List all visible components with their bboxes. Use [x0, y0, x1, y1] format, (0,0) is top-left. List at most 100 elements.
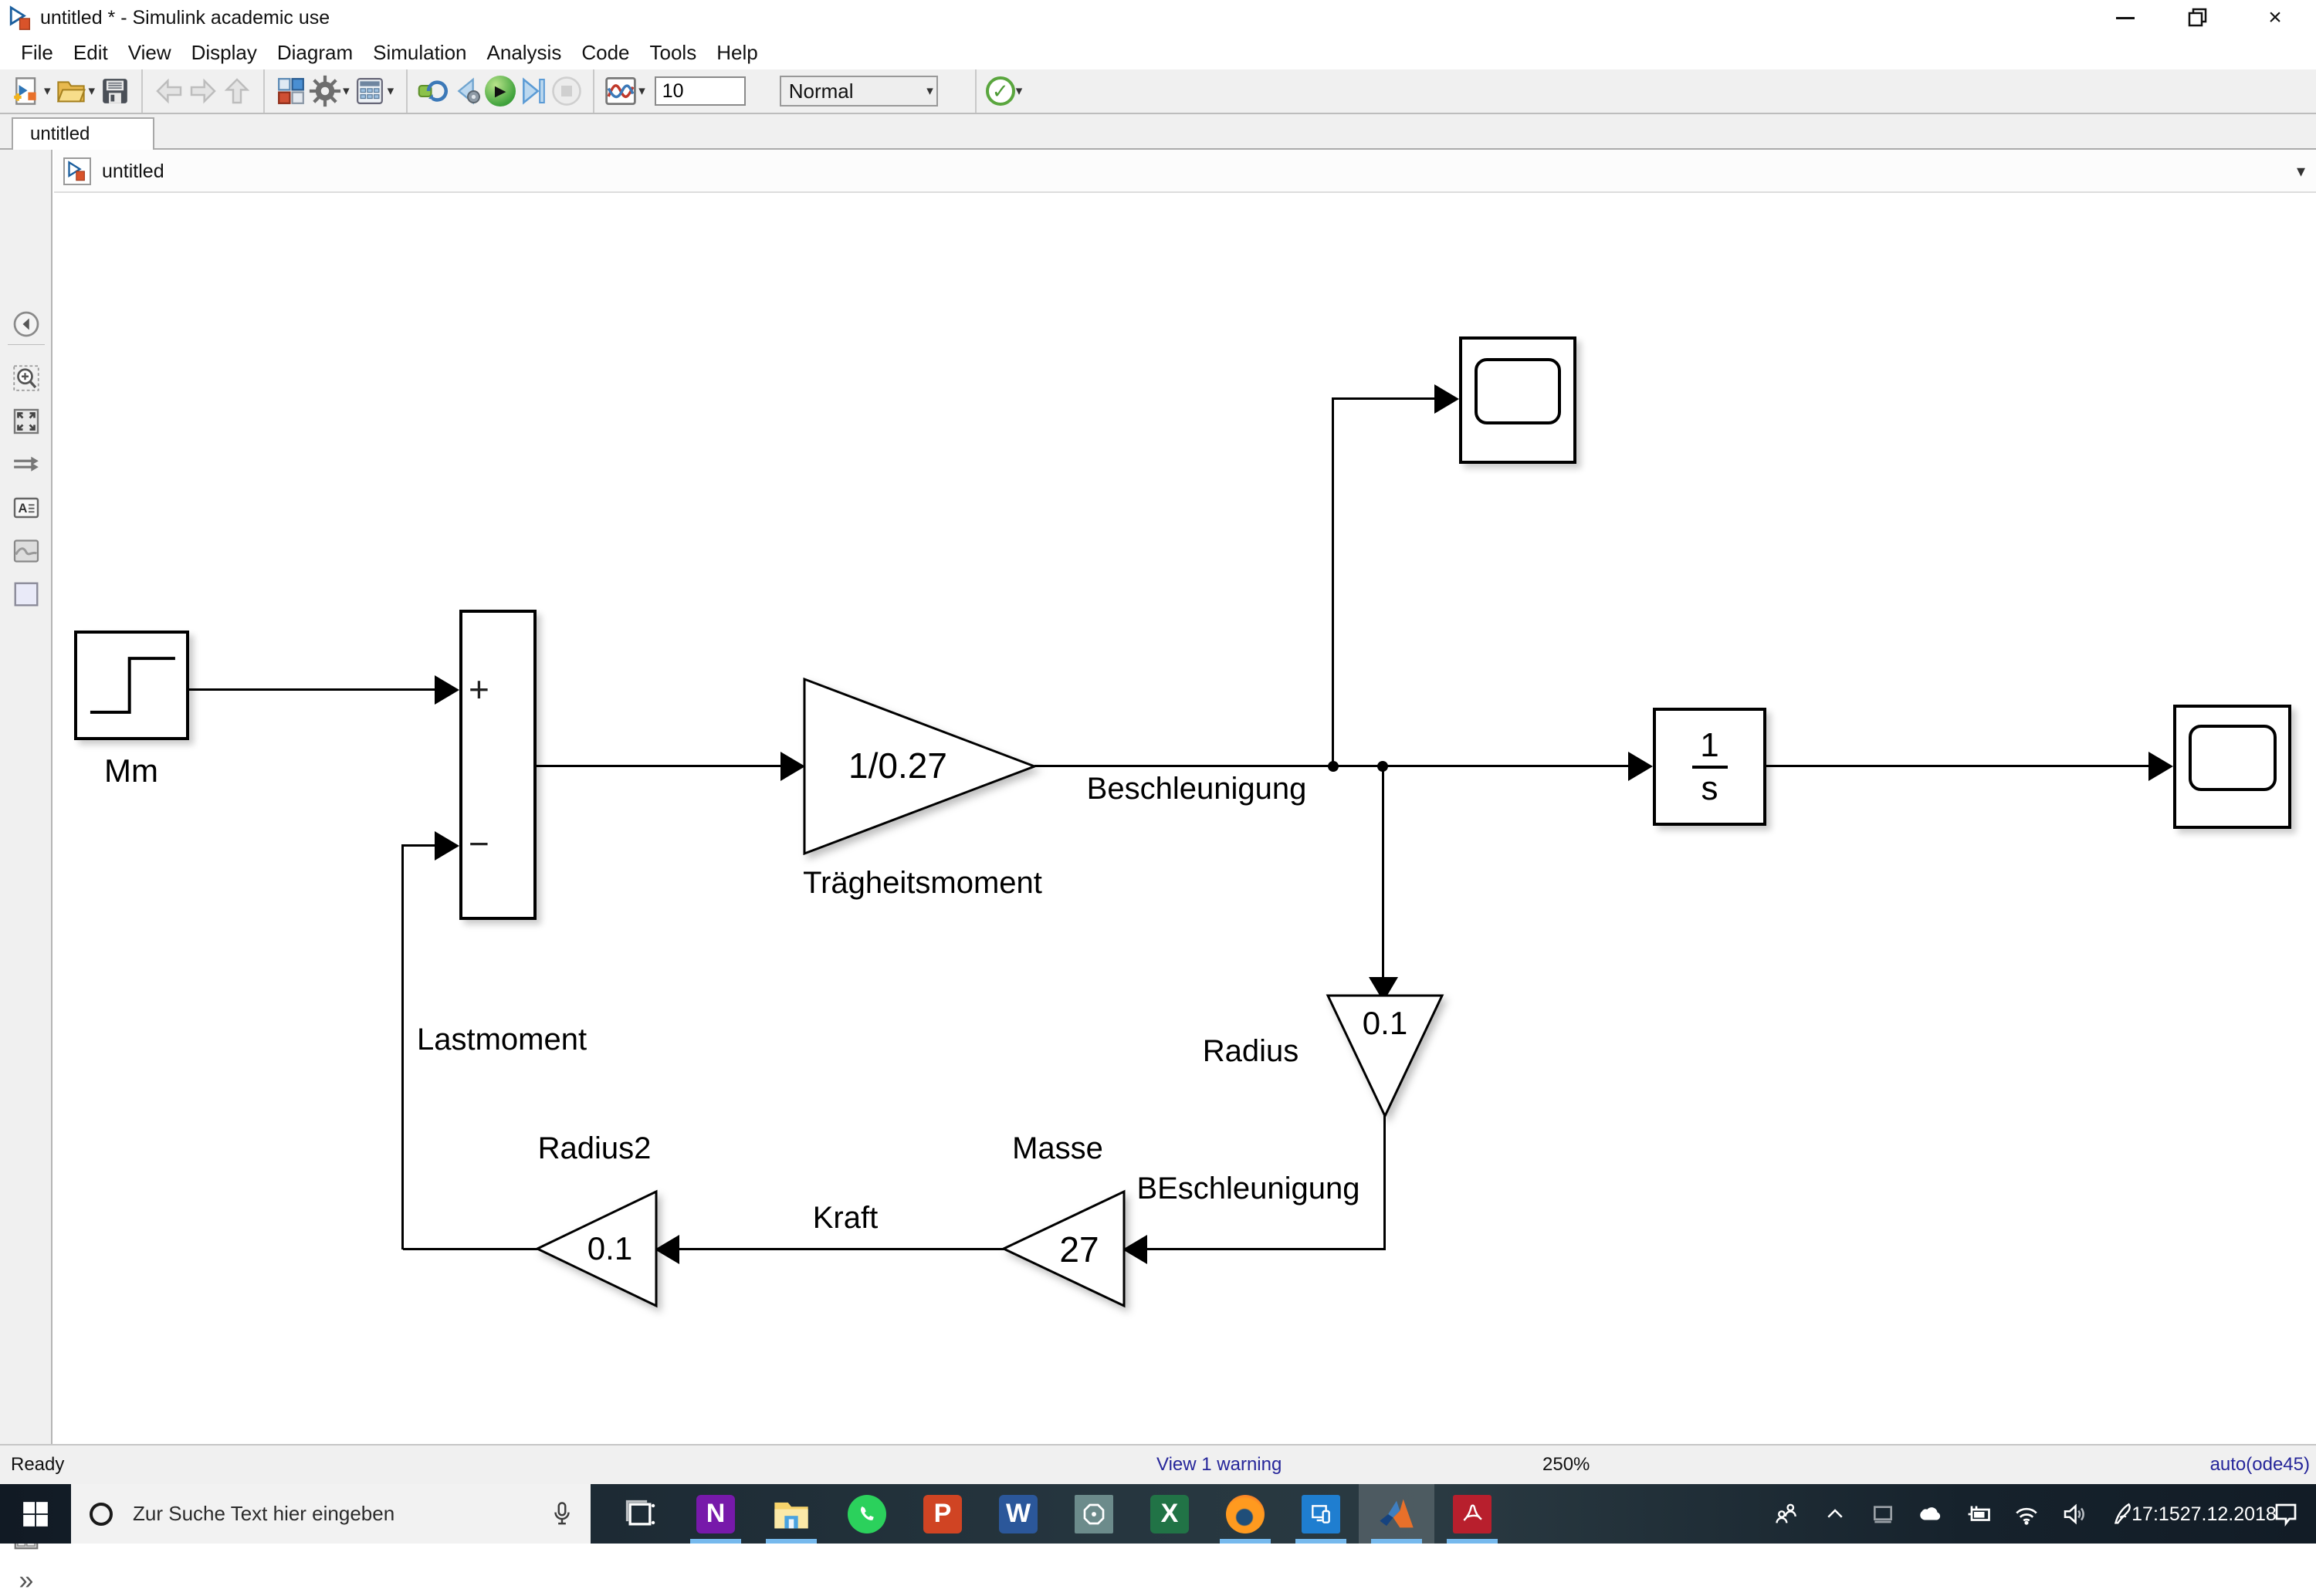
model-canvas[interactable]: [54, 193, 2316, 1444]
menu-diagram[interactable]: Diagram: [267, 36, 363, 69]
simulation-mode-dropdown-icon: ▾: [926, 83, 933, 98]
signal-routing-button[interactable]: [11, 449, 42, 480]
tab-strip: untitled: [0, 114, 2316, 150]
step-block-label[interactable]: Mm: [62, 752, 201, 790]
scope-block-1[interactable]: [1459, 336, 1576, 464]
signal-label-lastmoment[interactable]: Lastmoment: [417, 1023, 587, 1057]
menu-file[interactable]: File: [11, 36, 63, 69]
menu-tools[interactable]: Tools: [640, 36, 707, 69]
gain-mass-label[interactable]: Masse: [980, 1131, 1135, 1166]
menu-edit[interactable]: Edit: [63, 36, 118, 69]
taskbar-search-input[interactable]: Zur Suche Text hier eingeben: [71, 1484, 591, 1544]
taskbar-file-explorer[interactable]: [753, 1484, 829, 1544]
taskbar-whatsapp[interactable]: [829, 1484, 905, 1544]
new-model-dropdown-icon[interactable]: ▾: [44, 83, 51, 99]
taskbar-acrobat[interactable]: [1434, 1484, 1510, 1544]
taskbar-octagon-app[interactable]: [1056, 1484, 1132, 1544]
sum-minus-sign: −: [469, 823, 489, 864]
running-indicator: [1295, 1539, 1346, 1544]
save-button[interactable]: [98, 74, 132, 108]
people-button[interactable]: [1763, 1484, 1811, 1544]
gain-radius2-label[interactable]: Radius2: [510, 1131, 679, 1166]
taskbar-firefox[interactable]: [1207, 1484, 1283, 1544]
tab-untitled[interactable]: untitled: [12, 117, 154, 150]
breadcrumb-dropdown-icon[interactable]: ▾: [2297, 150, 2305, 193]
action-center-button[interactable]: [2262, 1484, 2310, 1544]
zoom-level[interactable]: 250%: [1542, 1446, 1590, 1484]
start-button[interactable]: [0, 1484, 71, 1544]
image-button[interactable]: [11, 536, 42, 566]
zoom-tool-button[interactable]: [11, 363, 42, 394]
signal-label-beschleunigung2[interactable]: BEschleunigung: [1117, 1172, 1380, 1206]
model-advisor-check-button[interactable]: ✓: [985, 76, 1015, 106]
sum-block[interactable]: [459, 610, 537, 920]
menu-view[interactable]: View: [118, 36, 181, 69]
step-forward-button[interactable]: [516, 74, 550, 108]
running-indicator: [1447, 1539, 1498, 1544]
battery-button[interactable]: [1955, 1484, 2003, 1544]
task-view-icon: [625, 1500, 655, 1525]
settings-dropdown-icon[interactable]: ▾: [343, 83, 350, 99]
signal-label-kraft[interactable]: Kraft: [772, 1201, 919, 1236]
wire-arrowhead: [2148, 752, 2173, 781]
task-view-button[interactable]: [602, 1484, 678, 1544]
integrator-block[interactable]: 1 s: [1653, 708, 1766, 826]
stop-time-input[interactable]: [654, 76, 746, 106]
update-diagram-button[interactable]: [417, 74, 451, 108]
simulation-data-inspector-button[interactable]: [604, 74, 638, 108]
scope-block-2[interactable]: [2173, 705, 2291, 829]
toolbar-separator: [593, 69, 595, 113]
fit-to-view-button[interactable]: [11, 406, 42, 437]
settings-gear-button[interactable]: [308, 74, 342, 108]
taskbar-powerpoint[interactable]: P: [905, 1484, 980, 1544]
volume-button[interactable]: [2050, 1484, 2098, 1544]
microphone-icon[interactable]: [550, 1501, 574, 1527]
onedrive-button[interactable]: [1907, 1484, 1955, 1544]
taskbar-word[interactable]: W: [980, 1484, 1056, 1544]
taskbar-clock[interactable]: 17:15 27.12.2018: [2131, 1484, 2277, 1544]
minimize-button[interactable]: [2089, 0, 2162, 36]
menu-display[interactable]: Display: [181, 36, 267, 69]
solver-indicator[interactable]: auto(ode45): [2210, 1446, 2310, 1484]
breadcrumb-model[interactable]: untitled: [102, 150, 164, 193]
palette-divider: [8, 344, 45, 345]
show-hidden-icons-button[interactable]: [1811, 1484, 1859, 1544]
close-button[interactable]: ×: [2234, 0, 2316, 36]
wifi-button[interactable]: [2003, 1484, 2050, 1544]
monitor-tray-button[interactable]: [1859, 1484, 1907, 1544]
simulation-mode-select[interactable]: Normal ▾: [779, 76, 938, 107]
gain-inertia-value: 1/0.27: [848, 746, 947, 786]
library-browser-button[interactable]: [274, 74, 308, 108]
taskbar-onenote[interactable]: N: [678, 1484, 753, 1544]
annotation-button[interactable]: A: [11, 492, 42, 523]
gain-radius-label[interactable]: Radius: [1173, 1034, 1328, 1069]
menu-analysis[interactable]: Analysis: [477, 36, 572, 69]
area-button[interactable]: [11, 579, 42, 610]
open-button[interactable]: [54, 74, 88, 108]
menu-help[interactable]: Help: [706, 36, 767, 69]
new-model-button[interactable]: [9, 74, 43, 108]
open-dropdown-icon[interactable]: ▾: [89, 83, 96, 99]
step-block[interactable]: [74, 631, 189, 740]
menu-code[interactable]: Code: [571, 36, 639, 69]
model-advisor-dropdown-icon[interactable]: ▾: [1016, 83, 1023, 99]
expand-palette-button[interactable]: »: [11, 1565, 42, 1596]
wire: [1383, 1115, 1386, 1249]
double-chevron-icon: »: [19, 1565, 34, 1595]
model-configuration-button[interactable]: [353, 74, 387, 108]
hide-browser-button[interactable]: [11, 309, 42, 340]
model-configuration-dropdown-icon[interactable]: ▾: [388, 83, 394, 99]
warning-link[interactable]: View 1 warning: [1156, 1446, 1282, 1484]
signal-label-beschleunigung[interactable]: Beschleunigung: [1069, 772, 1324, 806]
gain-inertia-label[interactable]: Trägheitsmoment: [764, 866, 1081, 901]
wire: [403, 1248, 539, 1250]
toolbar-separator: [141, 69, 144, 113]
data-inspector-dropdown-icon[interactable]: ▾: [638, 83, 645, 99]
restore-button[interactable]: [2162, 0, 2234, 36]
taskbar-matlab-simulink[interactable]: [1359, 1484, 1434, 1544]
step-back-button[interactable]: [451, 74, 485, 108]
taskbar-your-phone[interactable]: [1283, 1484, 1359, 1544]
taskbar-excel[interactable]: X: [1132, 1484, 1207, 1544]
run-button[interactable]: ▶: [485, 76, 516, 107]
menu-simulation[interactable]: Simulation: [363, 36, 476, 69]
